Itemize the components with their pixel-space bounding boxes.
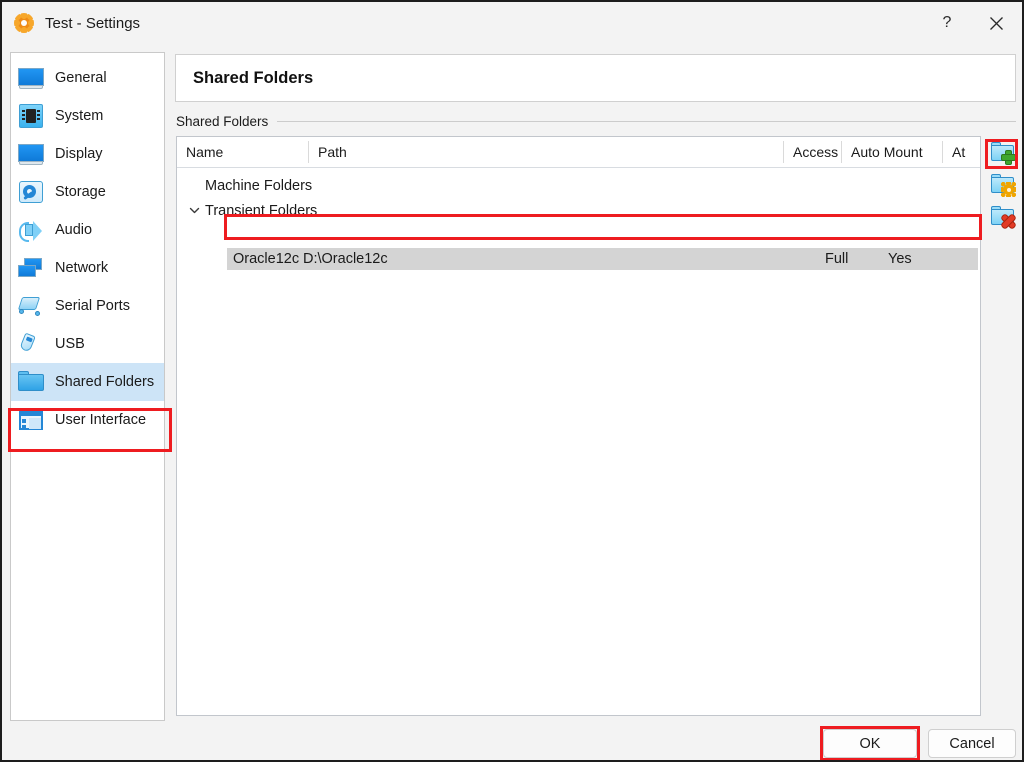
- column-header-auto-mount[interactable]: Auto Mount: [841, 141, 942, 163]
- network-icon: [17, 254, 45, 282]
- cell-name: Oracle12c: [227, 251, 303, 267]
- sidebar-item-user-interface[interactable]: User Interface: [11, 401, 164, 439]
- page-header-panel: Shared Folders: [175, 54, 1016, 102]
- tree-group-transient-folders[interactable]: Transient Folders: [177, 198, 980, 223]
- virtualbox-gear-icon: [14, 13, 34, 33]
- sidebar-item-usb[interactable]: USB: [11, 325, 164, 363]
- window-title: Test - Settings: [45, 15, 140, 32]
- cell-path: D:\Oracle12c: [303, 251, 825, 267]
- edit-shared-folder-button[interactable]: [990, 171, 1016, 197]
- usb-icon: [17, 330, 45, 358]
- cell-auto-mount: Yes: [888, 251, 978, 267]
- column-header-name[interactable]: Name: [177, 141, 308, 163]
- sidebar-item-serial-ports[interactable]: Serial Ports: [11, 287, 164, 325]
- tree-group-machine-folders[interactable]: Machine Folders: [177, 173, 980, 198]
- folder-edit-icon: [1001, 182, 1016, 197]
- folders-tree: Machine Folders Transient Folders Oracle…: [177, 168, 980, 223]
- sidebar-item-label: User Interface: [55, 412, 146, 428]
- cancel-button[interactable]: Cancel: [928, 729, 1016, 758]
- sidebar-item-label: Serial Ports: [55, 298, 130, 314]
- sidebar-item-general[interactable]: General: [11, 59, 164, 97]
- folder-icon: [17, 368, 45, 396]
- sidebar-item-label: System: [55, 108, 103, 124]
- sidebar-item-label: Storage: [55, 184, 106, 200]
- sidebar-item-audio[interactable]: Audio: [11, 211, 164, 249]
- folder-add-icon: [1001, 150, 1016, 165]
- user-interface-icon: [17, 406, 45, 434]
- chip-icon: [17, 102, 45, 130]
- help-button[interactable]: ?: [924, 2, 970, 44]
- speaker-icon: [17, 216, 45, 244]
- tree-group-label: Transient Folders: [205, 203, 317, 219]
- page-title: Shared Folders: [193, 69, 313, 88]
- title-bar: Test - Settings ?: [2, 2, 1022, 44]
- shared-folders-table[interactable]: Name Path Access Auto Mount At Machine F…: [176, 136, 981, 716]
- ok-button[interactable]: OK: [823, 729, 917, 758]
- column-header-at[interactable]: At: [942, 141, 980, 163]
- group-box-label: Shared Folders: [176, 114, 277, 129]
- column-header-path[interactable]: Path: [308, 141, 783, 163]
- sidebar-item-system[interactable]: System: [11, 97, 164, 135]
- tree-group-label: Machine Folders: [205, 178, 312, 194]
- sidebar-item-label: General: [55, 70, 107, 86]
- table-header-row: Name Path Access Auto Mount At: [177, 137, 980, 168]
- sidebar-item-label: USB: [55, 336, 85, 352]
- sidebar-item-network[interactable]: Network: [11, 249, 164, 287]
- close-icon[interactable]: [970, 2, 1022, 44]
- shared-folders-toolbar: [988, 139, 1018, 235]
- table-row[interactable]: Oracle12c D:\Oracle12c Full Yes: [227, 248, 978, 270]
- monitor-icon: [17, 64, 45, 92]
- chevron-down-icon[interactable]: [183, 204, 205, 217]
- cell-access: Full: [825, 251, 888, 267]
- harddisk-icon: [17, 178, 45, 206]
- sidebar-item-label: Audio: [55, 222, 92, 238]
- title-bar-buttons: ?: [924, 2, 1022, 44]
- display-icon: [17, 140, 45, 168]
- sidebar-item-label: Shared Folders: [55, 374, 154, 390]
- column-header-access[interactable]: Access: [783, 141, 841, 163]
- sidebar-item-label: Display: [55, 146, 103, 162]
- serial-port-icon: [17, 292, 45, 320]
- group-box-rule: [277, 121, 1016, 122]
- sidebar-item-storage[interactable]: Storage: [11, 173, 164, 211]
- remove-shared-folder-button[interactable]: [990, 203, 1016, 229]
- sidebar-item-shared-folders[interactable]: Shared Folders: [11, 363, 164, 401]
- settings-sidebar: General System Display Storage Audio: [10, 52, 165, 721]
- folder-remove-icon: [1001, 214, 1016, 229]
- sidebar-item-label: Network: [55, 260, 108, 276]
- group-box-header: Shared Folders: [176, 112, 1016, 130]
- add-shared-folder-button[interactable]: [990, 139, 1016, 165]
- sidebar-item-display[interactable]: Display: [11, 135, 164, 173]
- settings-window: Test - Settings ? General System: [0, 0, 1024, 762]
